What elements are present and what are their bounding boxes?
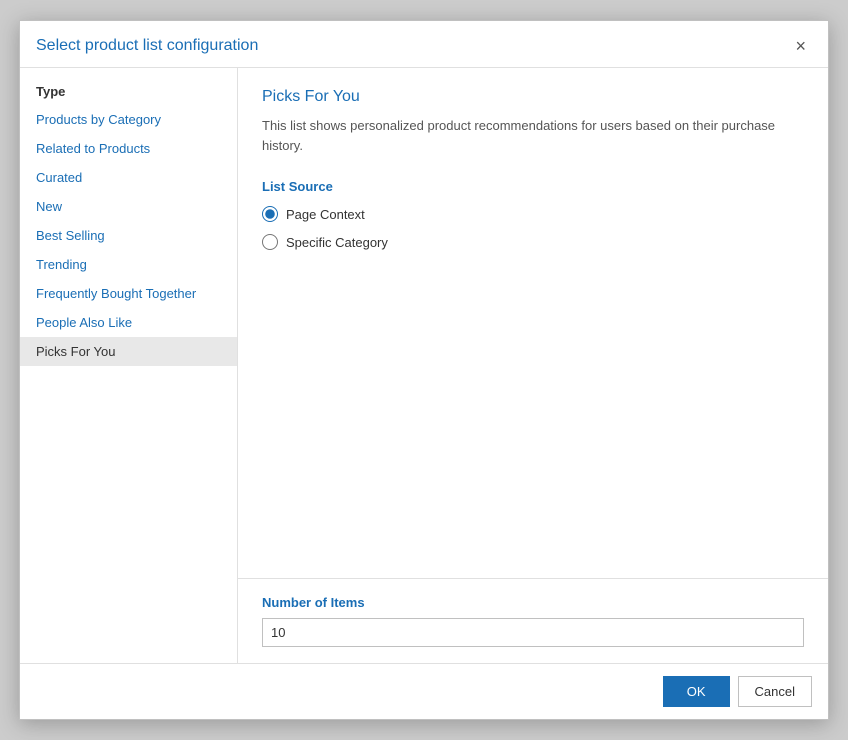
radio-page-context-input[interactable] <box>262 206 278 222</box>
ok-button[interactable]: OK <box>663 676 730 707</box>
content-area: Picks For You This list shows personaliz… <box>238 68 828 663</box>
list-source-label: List Source <box>262 179 804 194</box>
sidebar-item-curated[interactable]: Curated <box>20 163 237 192</box>
radio-specific-category-input[interactable] <box>262 234 278 250</box>
dialog-actions: OK Cancel <box>20 663 828 719</box>
close-button[interactable]: × <box>789 35 812 57</box>
sidebar-item-picks-for-you[interactable]: Picks For You <box>20 337 237 366</box>
sidebar-item-frequently-bought-together[interactable]: Frequently Bought Together <box>20 279 237 308</box>
sidebar-item-people-also-like[interactable]: People Also Like <box>20 308 237 337</box>
radio-page-context-label: Page Context <box>286 207 365 222</box>
content-title: Picks For You <box>262 88 804 106</box>
number-of-items-label: Number of Items <box>262 595 804 610</box>
sidebar-item-related-to-products[interactable]: Related to Products <box>20 134 237 163</box>
content-main: Picks For You This list shows personaliz… <box>238 68 828 578</box>
sidebar-item-products-by-category[interactable]: Products by Category <box>20 105 237 134</box>
dialog-body: Type Products by Category Related to Pro… <box>20 68 828 663</box>
content-description: This list shows personalized product rec… <box>262 116 804 155</box>
sidebar: Type Products by Category Related to Pro… <box>20 68 238 663</box>
number-of-items-input[interactable] <box>262 618 804 647</box>
dialog-title: Select product list configuration <box>36 37 258 55</box>
radio-group: Page Context Specific Category <box>262 206 804 250</box>
radio-specific-category-label: Specific Category <box>286 235 388 250</box>
cancel-button[interactable]: Cancel <box>738 676 812 707</box>
sidebar-item-trending[interactable]: Trending <box>20 250 237 279</box>
dialog: Select product list configuration × Type… <box>19 20 829 720</box>
sidebar-item-best-selling[interactable]: Best Selling <box>20 221 237 250</box>
radio-page-context[interactable]: Page Context <box>262 206 804 222</box>
content-footer: Number of Items <box>238 578 828 663</box>
radio-specific-category[interactable]: Specific Category <box>262 234 804 250</box>
dialog-header: Select product list configuration × <box>20 21 828 68</box>
sidebar-header: Type <box>20 76 237 105</box>
sidebar-item-new[interactable]: New <box>20 192 237 221</box>
